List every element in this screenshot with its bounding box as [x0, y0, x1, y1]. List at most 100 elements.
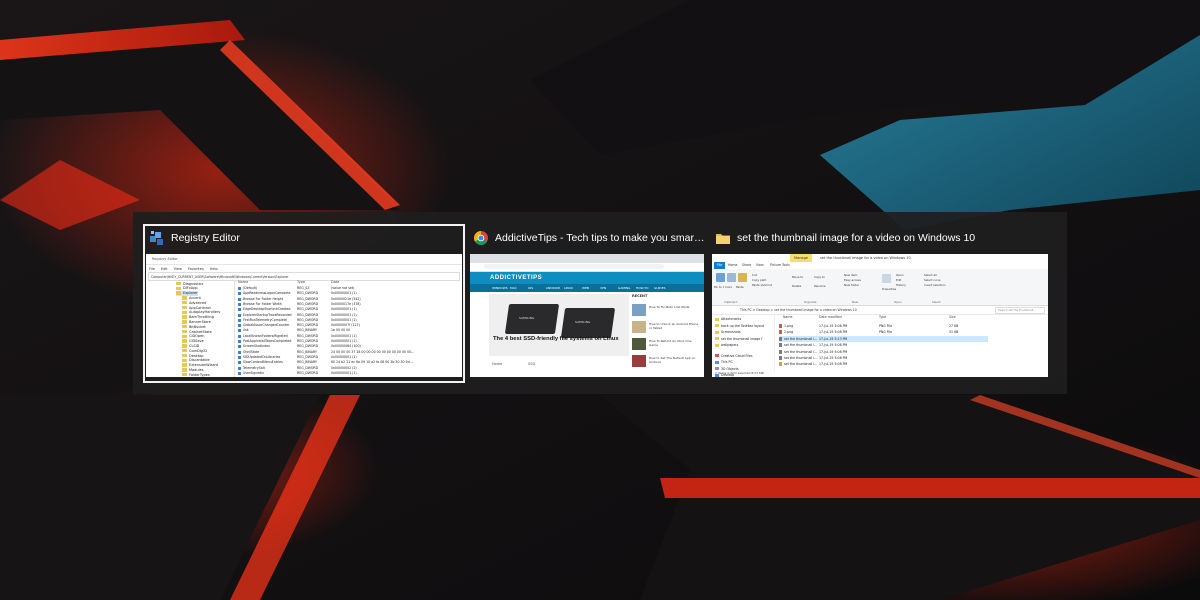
- folder-icon: [176, 286, 181, 291]
- site-nav-item[interactable]: LINUX: [564, 286, 573, 290]
- nav-pane-label: 3D Objects: [721, 366, 739, 371]
- site-nav-item[interactable]: IOS: [528, 286, 533, 290]
- file-icon: [779, 324, 782, 328]
- ribbon-tab-picture-tools[interactable]: Picture Tools: [770, 263, 790, 267]
- value-type: REG_BINARY: [297, 349, 317, 354]
- value-name: EdgeDesktopShortcutCreated: [243, 307, 291, 312]
- site-nav-item[interactable]: MAC: [510, 286, 517, 290]
- ribbon-button[interactable]: Open: [896, 273, 903, 277]
- ribbon-button[interactable]: History: [896, 283, 906, 287]
- folder-icon: [716, 234, 730, 244]
- recent-article[interactable]: How To Refund An Xbox One Game: [632, 338, 702, 356]
- site-nav-item[interactable]: WEB: [582, 286, 589, 290]
- recent-article[interactable]: How to Unlock an Android Phone or Tablet: [632, 321, 702, 339]
- file-icon: [779, 356, 782, 360]
- registry-value-icon: [238, 297, 241, 301]
- nav-pane-item[interactable]: Screenshots: [715, 330, 741, 334]
- file-row[interactable]: set the thumbnail i... 17-Jul-19 5:13 PM: [779, 335, 988, 342]
- menu-item-view[interactable]: View: [174, 267, 182, 271]
- registry-menu-bar: File Edit View Favorites Help: [146, 265, 462, 272]
- file-name: set the thumbnail i...: [784, 349, 818, 354]
- ribbon-button[interactable]: New item: [844, 273, 857, 277]
- ribbon-button[interactable]: Pin to Quick access: [714, 285, 724, 288]
- ribbon-button[interactable]: Copy path: [752, 278, 766, 282]
- nav-pane-item[interactable]: 3D Objects: [715, 367, 739, 371]
- column-header-type[interactable]: Type: [879, 315, 886, 319]
- nav-pane-item[interactable]: wallpapers: [715, 343, 738, 347]
- value-name: TelemetrySalt: [243, 365, 265, 370]
- site-nav-item[interactable]: WINDOWS: [492, 286, 508, 290]
- ribbon-button[interactable]: Invert selection: [924, 283, 946, 287]
- bottom-label: Home: [492, 362, 503, 366]
- menu-item-edit[interactable]: Edit: [161, 267, 168, 271]
- site-header: ADDICTIVETIPS: [470, 272, 704, 284]
- ribbon-tab-view[interactable]: View: [756, 263, 764, 267]
- featured-article-image: SAMSUNG SAMSUNG: [489, 294, 629, 356]
- site-nav-item[interactable]: HOW-TO: [636, 286, 648, 290]
- file-row[interactable]: set the thumbnail i... 17-Jul-19 5:08 PM: [779, 342, 988, 348]
- ribbon-tab-file[interactable]: File: [714, 262, 726, 269]
- nav-pane-item[interactable]: This PC: [715, 360, 733, 364]
- column-header-size[interactable]: Size: [949, 315, 956, 319]
- file-row[interactable]: 2.png 17-Jul-19 5:08 PM PNG File 31 KB: [779, 329, 988, 335]
- ribbon-button[interactable]: Copy: [725, 285, 735, 288]
- window-card-registry-editor[interactable]: Registry Editor Registry Editor File Edit…: [143, 224, 465, 383]
- menu-item-help[interactable]: Help: [210, 267, 218, 271]
- ribbon-button[interactable]: Easy access: [844, 278, 861, 282]
- menu-item-file[interactable]: File: [149, 267, 155, 271]
- file-row[interactable]: set the thumbnail i... 17-Jul-19 5:08 PM: [779, 355, 988, 361]
- value-name: LocalKnownFoldersMigrated: [243, 333, 288, 338]
- nav-pane-item[interactable]: back up the Taskbar layout: [715, 324, 764, 328]
- registry-key-tree: Diagnostics DIFxApp Explorer Accent Advanced…: [146, 280, 235, 377]
- ribbon-button[interactable]: New folder: [844, 283, 859, 287]
- chrome-thumbnail[interactable]: ADDICTIVETIPS WINDOWS MAC IOS ANDROID LINUX W…: [470, 254, 704, 377]
- column-header-date-modified[interactable]: Date modified: [819, 315, 842, 319]
- tree-node[interactable]: FolderTypes: [182, 372, 210, 377]
- site-nav-item[interactable]: GAMING: [618, 286, 630, 290]
- file-row[interactable]: 1.png 17-Jul-19 5:08 PM PNG File 27 KB: [779, 323, 988, 329]
- site-logo: ADDICTIVETIPS: [490, 275, 543, 281]
- ribbon-group-label: New: [852, 300, 859, 304]
- site-nav-item[interactable]: ANDROID: [546, 286, 560, 290]
- ribbon-button[interactable]: Copy to: [814, 275, 825, 279]
- window-card-file-explorer[interactable]: set the thumbnail image for a video on W…: [711, 226, 1051, 381]
- ribbon-button[interactable]: Delete: [792, 284, 801, 288]
- ribbon-button[interactable]: Paste: [736, 285, 746, 288]
- file-icon: [779, 336, 782, 341]
- file-row[interactable]: set the thumbnail i... 17-Jul-19 5:08 PM: [779, 361, 988, 367]
- site-nav-item[interactable]: GUIDES: [654, 286, 666, 290]
- value-type: REG_DWORD: [297, 296, 319, 301]
- ribbon-tabs: File Home Share View Picture Tools: [712, 262, 1048, 269]
- ribbon-button[interactable]: Paste shortcut: [752, 283, 772, 287]
- site-nav-item[interactable]: VPN: [600, 286, 606, 290]
- folder-icon: [182, 348, 187, 353]
- registry-value-row[interactable]: UserSignedIn REG_DWORD 0x00000001 (1): [238, 371, 460, 376]
- window-card-chrome[interactable]: AddictiveTips - Tech tips to make you sm…: [469, 226, 705, 381]
- window-title: set the thumbnail image for a video on W…: [737, 232, 976, 244]
- nav-pane-item[interactable]: Attachments: [715, 317, 741, 321]
- ribbon-button[interactable]: Rename: [814, 284, 825, 288]
- ribbon-button[interactable]: Select all: [924, 273, 937, 277]
- nav-pane-item[interactable]: set the thumbnail image f: [715, 337, 762, 341]
- recent-article[interactable]: How To Fix Moto Lost Mode: [632, 304, 702, 322]
- ribbon-button[interactable]: Properties: [882, 287, 896, 291]
- registry-value-icon: [238, 334, 241, 338]
- registry-value-icon: [238, 329, 241, 333]
- folder-icon: [182, 296, 187, 300]
- ribbon-tab-share[interactable]: Share: [742, 263, 751, 267]
- column-header-name[interactable]: Name: [783, 315, 792, 319]
- value-type: REG_DWORD: [297, 370, 319, 375]
- registry-editor-thumbnail[interactable]: Registry Editor File Edit View Favorites Hel…: [146, 254, 462, 377]
- menu-item-favorites[interactable]: Favorites: [188, 267, 204, 271]
- ribbon-button[interactable]: Cut: [752, 273, 757, 277]
- ribbon-button[interactable]: Edit: [896, 278, 901, 282]
- ribbon-tab-home[interactable]: Home: [728, 263, 737, 267]
- window-card-header: AddictiveTips - Tech tips to make you sm…: [469, 226, 705, 250]
- file-explorer-thumbnail[interactable]: Manage set the thumbnail image for a vid…: [712, 254, 1048, 377]
- recent-article[interactable]: How to Set The Default App on Android: [632, 355, 702, 373]
- ribbon-button[interactable]: Select none: [924, 278, 941, 282]
- registry-value-icon: [238, 308, 241, 312]
- ribbon-button[interactable]: Move to: [792, 275, 803, 279]
- file-row[interactable]: set the thumbnail i... 17-Jul-19 5:08 PM: [779, 349, 988, 355]
- nav-pane-item[interactable]: Creative Cloud Files: [715, 354, 753, 358]
